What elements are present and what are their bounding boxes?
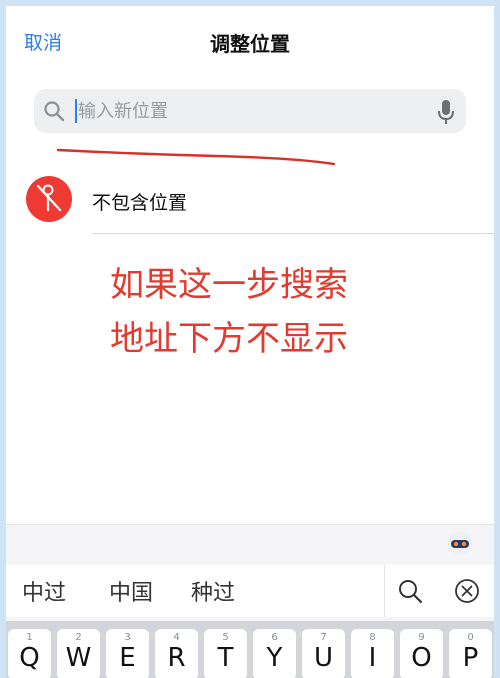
key-i[interactable]: 8I: [351, 629, 394, 678]
screen: 取消 调整位置 不包含位置 如果这一步搜索 地址下方不显示: [6, 6, 494, 678]
keyboard-search-icon[interactable]: [396, 577, 424, 605]
key-y[interactable]: 6Y: [253, 629, 296, 678]
suggestion-separator: [384, 565, 385, 617]
key-number: 9: [418, 632, 425, 643]
search-bar[interactable]: [34, 89, 466, 133]
key-number: 4: [173, 632, 180, 643]
key-number: 7: [320, 632, 327, 643]
key-letter: U: [313, 643, 334, 673]
key-letter: I: [368, 643, 377, 673]
keyboard-assistant-icon[interactable]: [446, 529, 474, 557]
key-row-top: 1Q 2W 3E 4R 5T 6Y 7U 8I 9O 0P: [6, 621, 494, 678]
location-off-icon: [26, 176, 72, 222]
microphone-icon[interactable]: [436, 99, 456, 125]
annotation-line-2: 地址下方不显示: [110, 319, 348, 359]
key-r[interactable]: 4R: [155, 629, 198, 678]
key-o[interactable]: 9O: [400, 629, 443, 678]
key-w[interactable]: 2W: [57, 629, 100, 678]
no-location-label: 不包含位置: [92, 192, 188, 214]
key-number: 1: [26, 632, 33, 643]
suggestion-1[interactable]: 中过: [22, 575, 66, 607]
key-number: 5: [222, 632, 229, 643]
key-p[interactable]: 0P: [449, 629, 492, 678]
clear-icon[interactable]: [453, 577, 481, 605]
key-number: 0: [467, 632, 474, 643]
key-letter: O: [411, 643, 432, 673]
no-location-option[interactable]: 不包含位置: [6, 170, 494, 232]
suggestion-3[interactable]: 种过: [191, 575, 235, 607]
key-t[interactable]: 5T: [204, 629, 247, 678]
page-title: 调整位置: [210, 32, 290, 56]
key-e[interactable]: 3E: [106, 629, 149, 678]
key-letter: E: [119, 643, 136, 673]
keyboard: 中过 中国 种过 1Q 2W 3E 4R 5T 6Y 7U 8I 9O 0 P: [6, 524, 494, 678]
key-q[interactable]: 1Q: [8, 629, 51, 678]
divider: [92, 233, 494, 234]
text-cursor: [75, 99, 77, 123]
search-input[interactable]: [78, 89, 418, 133]
key-letter: Q: [19, 643, 40, 673]
key-letter: W: [65, 643, 92, 673]
navigation-bar: 取消 调整位置: [6, 6, 494, 76]
key-letter: P: [462, 643, 479, 673]
key-number: 3: [124, 632, 131, 643]
key-number: 8: [369, 632, 376, 643]
suggestion-bar: 中过 中国 种过: [6, 565, 494, 617]
annotation-line-1: 如果这一步搜索: [110, 265, 348, 305]
key-letter: Y: [266, 643, 283, 673]
annotation-text: 如果这一步搜索 地址下方不显示: [110, 258, 348, 366]
key-u[interactable]: 7U: [302, 629, 345, 678]
key-letter: T: [217, 643, 234, 673]
search-icon: [44, 101, 65, 122]
key-number: 2: [75, 632, 82, 643]
key-number: 6: [271, 632, 278, 643]
suggestion-2[interactable]: 中国: [109, 575, 153, 607]
key-letter: R: [167, 643, 186, 673]
